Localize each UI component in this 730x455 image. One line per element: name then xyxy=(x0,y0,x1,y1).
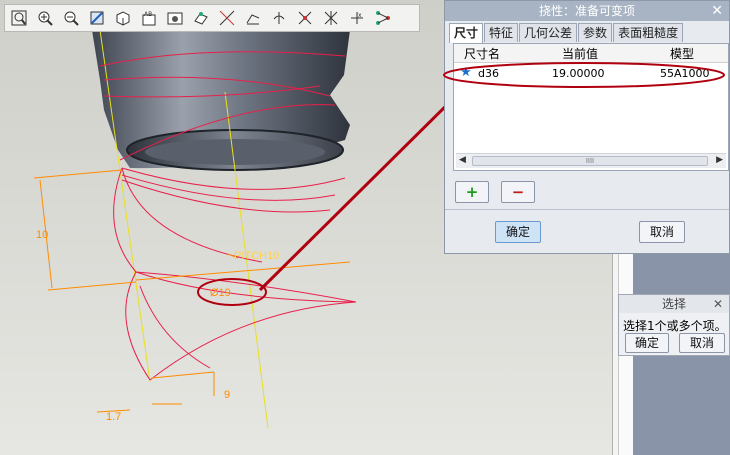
scroll-thumb[interactable]: IIII xyxy=(472,156,708,166)
view-toolbar: AB x xyxy=(4,4,420,32)
dimension-table: 尺寸名 当前值 模型 ★ d36 19.00000 55A1000 ◀ IIII… xyxy=(453,43,729,171)
select-title-bar[interactable]: 选择 ✕ xyxy=(619,295,729,313)
dialog-title: 挠性：准备可变项 xyxy=(538,4,635,18)
col-header-name[interactable]: 尺寸名 xyxy=(464,45,500,62)
add-button[interactable]: + xyxy=(455,181,489,203)
datum-axis-icon[interactable] xyxy=(215,7,239,29)
datum-tag-icon[interactable]: x xyxy=(345,7,369,29)
close-icon[interactable]: ✕ xyxy=(711,1,723,21)
svg-text:x: x xyxy=(358,12,362,19)
col-header-value[interactable]: 当前值 xyxy=(562,45,598,62)
remove-button[interactable]: − xyxy=(501,181,535,203)
row-dim-value[interactable]: 19.00000 xyxy=(552,67,605,80)
row-dim-model: 55A1000 xyxy=(660,67,710,80)
select-title: 选择 xyxy=(661,297,686,311)
zoom-out-icon[interactable] xyxy=(59,7,83,29)
tab-gtol[interactable]: 几何公差 xyxy=(519,23,578,42)
saved-views-icon[interactable] xyxy=(163,7,187,29)
tab-parameters[interactable]: 参数 xyxy=(578,23,613,42)
tab-features[interactable]: 特征 xyxy=(484,23,519,42)
row-dim-name: d36 xyxy=(478,67,499,80)
dim-left-label: 1.7 xyxy=(106,411,121,423)
callout-ellipse-model xyxy=(197,278,267,306)
spin-center-icon[interactable] xyxy=(293,7,317,29)
dim-height-label: 10 xyxy=(36,229,48,241)
select-ok-button[interactable]: 确定 xyxy=(625,333,669,353)
select-prompt: 选择1个或多个项。 xyxy=(623,319,727,333)
horizontal-scrollbar[interactable]: ◀ IIII ▶ xyxy=(456,153,726,168)
tab-surface-finish[interactable]: 表面粗糙度 xyxy=(613,23,684,42)
pitch-label: PITCH10 xyxy=(234,250,279,262)
ok-button[interactable]: 确定 xyxy=(495,221,541,243)
select-cancel-button[interactable]: 取消 xyxy=(679,333,725,353)
diameter-label: Ø19 xyxy=(210,287,231,299)
zoom-in-icon[interactable] xyxy=(33,7,57,29)
svg-text:AB: AB xyxy=(144,11,152,18)
table-row[interactable]: ★ d36 19.00000 55A1000 xyxy=(456,66,722,82)
select-dialog: 选择 ✕ 选择1个或多个项。 确定 取消 xyxy=(618,294,730,356)
orient-icon[interactable] xyxy=(111,7,135,29)
repaint-icon[interactable]: AB xyxy=(137,7,161,29)
tab-strip: 尺寸 特征 几何公差 参数 表面粗糙度 xyxy=(449,23,684,43)
table-header: 尺寸名 当前值 模型 xyxy=(454,44,728,63)
col-header-model[interactable]: 模型 xyxy=(670,45,694,62)
refit-icon[interactable] xyxy=(85,7,109,29)
datum-point-icon[interactable] xyxy=(241,7,265,29)
datum-plane-icon[interactable] xyxy=(189,7,213,29)
annotation-icon[interactable] xyxy=(319,7,343,29)
scroll-left-icon[interactable]: ◀ xyxy=(459,155,466,165)
dim-bottom-label: 9 xyxy=(224,389,230,401)
scroll-right-icon[interactable]: ▶ xyxy=(716,155,723,165)
cancel-button[interactable]: 取消 xyxy=(639,221,685,243)
model-tree-icon[interactable] xyxy=(371,7,395,29)
flex-properties-dialog: 挠性：准备可变项 ✕ 尺寸 特征 几何公差 参数 表面粗糙度 尺寸名 当前值 模… xyxy=(444,0,730,254)
zoom-window-icon[interactable] xyxy=(7,7,31,29)
close-icon[interactable]: ✕ xyxy=(713,295,723,313)
star-icon: ★ xyxy=(460,65,472,80)
coord-sys-icon[interactable] xyxy=(267,7,291,29)
tab-dimensions[interactable]: 尺寸 xyxy=(449,23,484,43)
dialog-title-bar[interactable]: 挠性：准备可变项 ✕ xyxy=(445,1,729,21)
